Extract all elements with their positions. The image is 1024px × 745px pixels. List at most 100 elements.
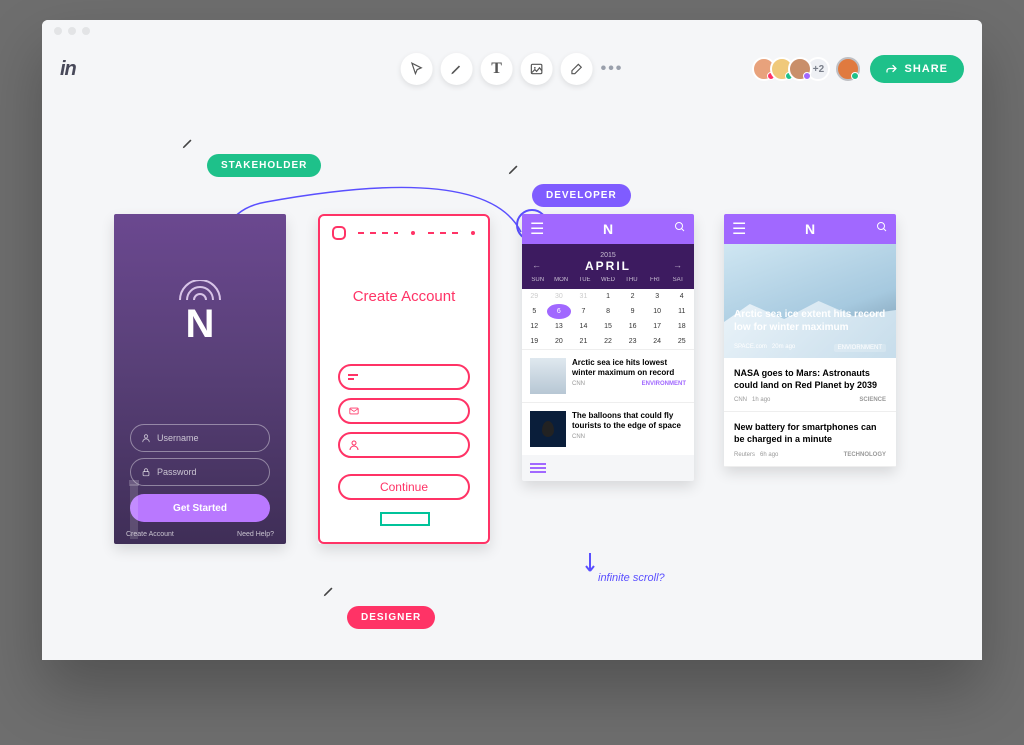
designer-pill[interactable]: DESIGNER [347,606,435,629]
calendar-year: 2015 [522,252,694,259]
calendar-day[interactable]: 7 [571,304,596,319]
image-icon [530,62,544,76]
list-item[interactable]: New battery for smartphones can be charg… [724,412,896,466]
developer-pill[interactable]: DEVELOPER [532,184,631,207]
pencil-tool[interactable] [441,53,473,85]
item-time: 1h ago [752,397,770,403]
cursor-icon [410,62,424,76]
load-more-icon[interactable] [522,455,694,481]
calendar-grid[interactable]: 2930311234567891011121314151617181920212… [522,289,694,349]
calendar-day[interactable]: 16 [620,319,645,334]
calendar-day[interactable]: 23 [620,334,645,349]
window-dot [82,27,90,35]
calendar-day[interactable]: 22 [596,334,621,349]
app-logo-n: N [603,221,613,237]
sketch-field[interactable] [338,364,470,390]
calendar-day[interactable]: 13 [547,319,572,334]
avatar[interactable] [788,57,812,81]
calendar-day[interactable]: 9 [620,304,645,319]
calendar-day[interactable]: 20 [547,334,572,349]
lighthouse-icon [124,474,144,544]
app-logo-n: N [805,221,815,237]
calendar-day[interactable]: 2 [620,289,645,304]
feed-source: CNN [572,434,585,440]
calendar-day[interactable]: 14 [571,319,596,334]
calendar-day[interactable]: 6 [547,304,572,319]
feed-title: Arctic sea ice hits lowest winter maximu… [572,358,686,377]
menu-icon[interactable]: ☰ [530,219,544,239]
calendar-day[interactable]: 11 [669,304,694,319]
feed-title: The balloons that could fly tourists to … [572,411,686,430]
search-icon[interactable] [876,220,888,238]
calendar-day[interactable]: 3 [645,289,670,304]
app-window: in T ••• +2 [42,20,982,660]
hero-title: Arctic sea ice extent hits record low fo… [734,308,886,334]
calendar-day[interactable]: 19 [522,334,547,349]
chevron-left-icon[interactable]: ← [532,260,543,270]
window-dot [68,27,76,35]
list-item[interactable]: NASA goes to Mars: Astronauts could land… [724,358,896,412]
hero-category: ENVIORNMENT [834,344,886,352]
feed-item[interactable]: The balloons that could fly tourists to … [522,402,694,455]
username-input[interactable]: Username [130,424,270,452]
eraser-tool[interactable] [561,53,593,85]
artboard-news-list[interactable]: ☰ N Arctic sea ice extent hits record lo… [724,214,896,467]
calendar-day[interactable]: 25 [669,334,694,349]
more-tools[interactable]: ••• [601,53,624,85]
item-category: TECHNOLOGY [844,452,886,458]
share-icon [886,63,898,75]
hero-article[interactable]: Arctic sea ice extent hits record low fo… [724,244,896,358]
item-source: CNN [734,397,747,403]
text-icon: T [491,60,502,78]
artboard-login[interactable]: N Username Password Get Started Create A… [114,214,286,544]
lines-icon [348,373,360,381]
artboard-create-account-sketch[interactable]: Create Account Continue [318,214,490,544]
sketch-dot-icon [332,226,346,240]
calendar-day[interactable]: 24 [645,334,670,349]
share-button[interactable]: SHARE [870,55,964,83]
calendar-day[interactable]: 17 [645,319,670,334]
item-title: New battery for smartphones can be charg… [734,422,886,445]
artboard-calendar-feed[interactable]: ☰ N 2015 ← APRIL → SUNMONTUEWEDTHUFRISAT… [522,214,694,481]
current-user-avatar[interactable] [836,57,860,81]
calendar-day[interactable]: 29 [522,289,547,304]
app-logo[interactable]: in [60,58,76,81]
design-canvas[interactable]: STAKEHOLDER DEVELOPER DESIGNER app name?… [42,96,982,660]
calendar-day[interactable]: 12 [522,319,547,334]
calendar-day[interactable]: 21 [571,334,596,349]
help-link[interactable]: Need Help? [237,531,274,538]
calendar-day[interactable]: 1 [596,289,621,304]
password-input[interactable]: Password [130,458,270,486]
get-started-button[interactable]: Get Started [130,494,270,522]
sketch-field[interactable] [338,398,470,424]
stakeholder-pill[interactable]: STAKEHOLDER [207,154,321,177]
item-source: Reuters [734,452,755,458]
calendar-day[interactable]: 10 [645,304,670,319]
chevron-right-icon[interactable]: → [673,260,684,270]
calendar-day[interactable]: 18 [669,319,694,334]
feed-item[interactable]: Arctic sea ice hits lowest winter maximu… [522,349,694,402]
mail-icon [348,406,360,416]
calendar-day[interactable]: 4 [669,289,694,304]
article-list: NASA goes to Mars: Astronauts could land… [724,358,896,467]
select-tool[interactable] [401,53,433,85]
calendar-day[interactable]: 8 [596,304,621,319]
sketch-field[interactable] [338,432,470,458]
annotation-down-arrow-icon [584,551,596,575]
image-tool[interactable] [521,53,553,85]
sketch-continue-button[interactable]: Continue [338,474,470,500]
search-icon[interactable] [674,220,686,238]
menu-icon[interactable]: ☰ [732,219,746,239]
login-footer: Create Account Need Help? [126,531,274,538]
calendar-day[interactable]: 15 [596,319,621,334]
item-category: SCIENCE [859,397,886,403]
calendar-day[interactable]: 5 [522,304,547,319]
calendar-day[interactable]: 31 [571,289,596,304]
window-titlebar [42,20,982,42]
text-tool[interactable]: T [481,53,513,85]
thumbnail [530,411,566,447]
calendar-day[interactable]: 30 [547,289,572,304]
sketch-dot-icon [470,230,476,236]
user-icon [348,439,360,451]
app-logo-n: N [186,302,215,347]
